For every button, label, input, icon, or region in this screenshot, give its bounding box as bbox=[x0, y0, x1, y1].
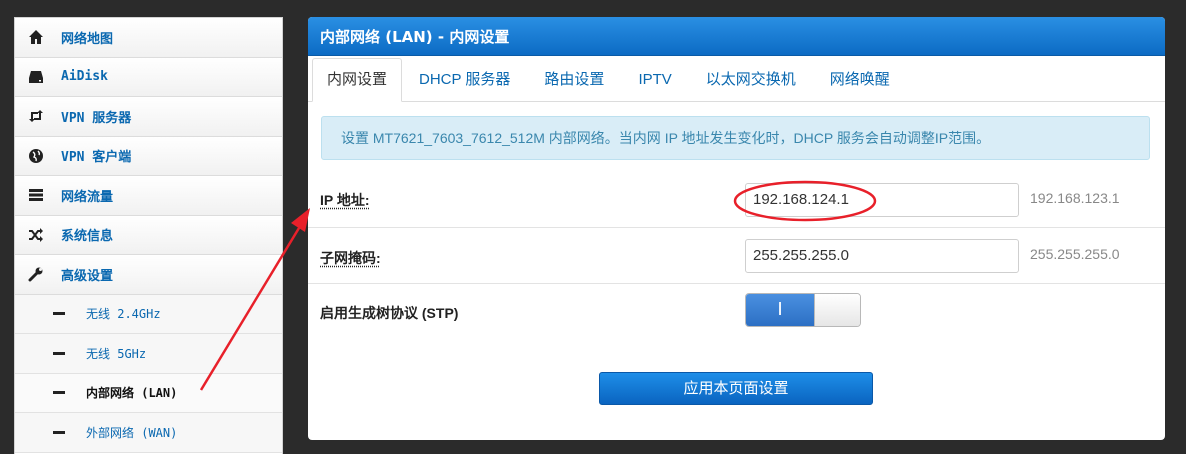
random-icon bbox=[28, 227, 44, 243]
globe-icon bbox=[28, 148, 44, 164]
sidebar-subitem-label: 内部网络 (LAN) bbox=[86, 386, 178, 401]
sidebar-item-label: 网络流量 bbox=[61, 189, 114, 205]
panel-title: 内部网络 (LAN) - 内网设置 bbox=[308, 17, 1165, 56]
ip-address-default-hint: 192.168.123.1 bbox=[1030, 190, 1120, 206]
subnet-mask-label: 子网掩码: bbox=[320, 250, 381, 266]
lan-settings-panel: 内部网络 (LAN) - 内网设置 内网设置 DHCP 服务器 路由设置 IPT… bbox=[308, 17, 1165, 440]
retweet-icon bbox=[28, 108, 44, 124]
sidebar-item-label: AiDisk bbox=[61, 69, 108, 85]
dash-icon bbox=[53, 312, 65, 316]
subnet-mask-row: 子网掩码: 255.255.255.0 255.255.255.0 bbox=[308, 228, 1165, 284]
tab-bar: 内网设置 DHCP 服务器 路由设置 IPTV 以太网交换机 网络唤醒 bbox=[308, 56, 1165, 102]
tab-wake-on-lan[interactable]: 网络唤醒 bbox=[813, 59, 907, 101]
sidebar-item-aidisk[interactable]: AiDisk bbox=[15, 57, 282, 97]
dash-icon bbox=[53, 351, 65, 355]
sidebar-item-traffic[interactable]: 网络流量 bbox=[15, 176, 282, 216]
ip-address-label: IP 地址: bbox=[320, 192, 370, 208]
tab-dhcp-server[interactable]: DHCP 服务器 bbox=[402, 59, 527, 101]
sidebar-item-system-info[interactable]: 系统信息 bbox=[15, 215, 282, 255]
tasks-icon bbox=[28, 187, 44, 203]
sidebar-subitem-wan[interactable]: 外部网络 (WAN) bbox=[15, 413, 282, 453]
sidebar-subitem-label: 外部网络 (WAN) bbox=[86, 425, 178, 440]
wrench-icon bbox=[28, 266, 44, 282]
sidebar-item-advanced[interactable]: 高级设置 bbox=[15, 255, 282, 295]
stp-toggle[interactable]: I bbox=[745, 293, 861, 327]
sidebar-item-vpn-client[interactable]: VPN 客户端 bbox=[15, 136, 282, 176]
tab-iptv[interactable]: IPTV bbox=[621, 59, 688, 101]
tab-routing[interactable]: 路由设置 bbox=[527, 59, 621, 101]
sidebar-item-vpn-server[interactable]: VPN 服务器 bbox=[15, 97, 282, 137]
home-icon bbox=[28, 29, 44, 45]
tab-lan-settings[interactable]: 内网设置 bbox=[312, 58, 403, 102]
sidebar-item-network-map[interactable]: 网络地图 bbox=[15, 18, 282, 58]
sidebar-item-label: VPN 服务器 bbox=[61, 110, 132, 126]
sidebar-subitem-wireless-24[interactable]: 无线 2.4GHz bbox=[15, 294, 282, 334]
subnet-mask-input[interactable]: 255.255.255.0 bbox=[745, 239, 1019, 273]
info-message: 设置 MT7621_7603_7612_512M 内部网络。当内网 IP 地址发… bbox=[321, 116, 1150, 160]
sidebar: 网络地图 AiDisk VPN 服务器 VPN 客户端 网络流量 系统信息 高级… bbox=[14, 17, 283, 454]
hdd-icon bbox=[28, 69, 44, 85]
stp-toggle-knob bbox=[814, 294, 860, 326]
sidebar-subitem-label: 无线 2.4GHz bbox=[86, 307, 161, 322]
dash-icon bbox=[53, 391, 65, 395]
dash-icon bbox=[53, 430, 65, 434]
sidebar-item-label: VPN 客户端 bbox=[61, 150, 132, 166]
stp-row: 启用生成树协议 (STP) I bbox=[308, 284, 1165, 340]
tab-ethernet-switch[interactable]: 以太网交换机 bbox=[689, 59, 813, 101]
ip-address-input[interactable]: 192.168.124.1 bbox=[745, 183, 1019, 217]
sidebar-subitem-label: 无线 5GHz bbox=[86, 346, 147, 361]
ip-address-row: IP 地址: 192.168.124.1 192.168.123.1 bbox=[308, 170, 1165, 228]
subnet-mask-default-hint: 255.255.255.0 bbox=[1030, 246, 1120, 262]
sidebar-item-label: 网络地图 bbox=[61, 31, 114, 47]
apply-settings-button[interactable]: 应用本页面设置 bbox=[599, 372, 873, 405]
sidebar-subitem-lan[interactable]: 内部网络 (LAN) bbox=[15, 373, 282, 413]
stp-toggle-on: I bbox=[746, 294, 814, 326]
stp-label: 启用生成树协议 (STP) bbox=[320, 305, 459, 321]
sidebar-item-label: 高级设置 bbox=[61, 268, 114, 284]
sidebar-subitem-wireless-5[interactable]: 无线 5GHz bbox=[15, 334, 282, 374]
sidebar-item-label: 系统信息 bbox=[61, 229, 114, 245]
